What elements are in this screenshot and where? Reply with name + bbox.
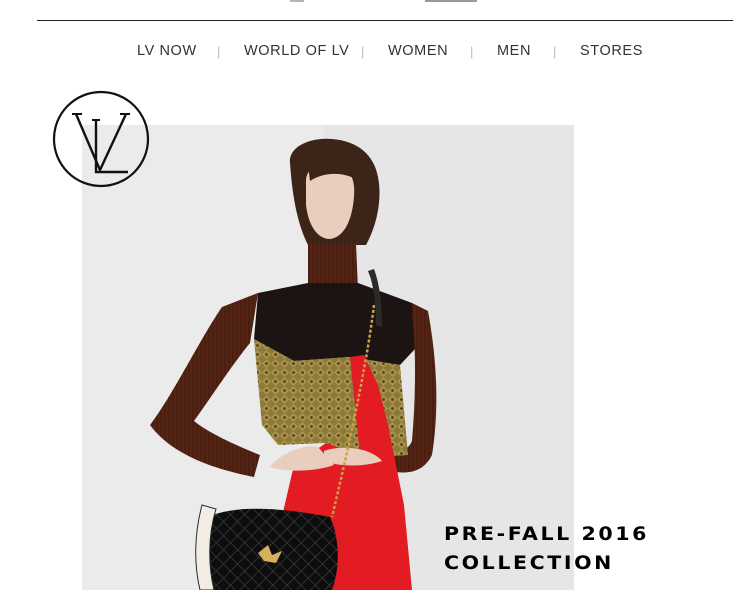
header-fragment	[290, 0, 304, 2]
header-divider	[37, 20, 733, 21]
hero-caption-line1: PRE-FALL 2016	[444, 523, 650, 545]
hero-caption: PRE-FALL 2016 COLLECTION	[444, 520, 754, 578]
nav-separator: |	[470, 43, 474, 59]
lv-logo[interactable]	[52, 90, 150, 188]
nav-item-lv-now[interactable]: LV NOW	[137, 43, 197, 59]
nav-item-women[interactable]: WOMEN	[388, 43, 448, 59]
nav-separator: |	[361, 43, 365, 59]
nav-separator: |	[553, 43, 557, 59]
nav-item-men[interactable]: MEN	[497, 43, 531, 59]
nav-separator: |	[217, 43, 221, 59]
header-link-fragment[interactable]	[425, 0, 477, 2]
nav-item-stores[interactable]: STORES	[580, 43, 643, 59]
nav-item-world-of-lv[interactable]: WORLD OF LV	[244, 43, 349, 59]
lv-monogram-icon	[52, 90, 150, 188]
hero-caption-line2: COLLECTION	[444, 552, 614, 574]
main-nav: LV NOW | WORLD OF LV | WOMEN | MEN | STO…	[120, 41, 650, 61]
